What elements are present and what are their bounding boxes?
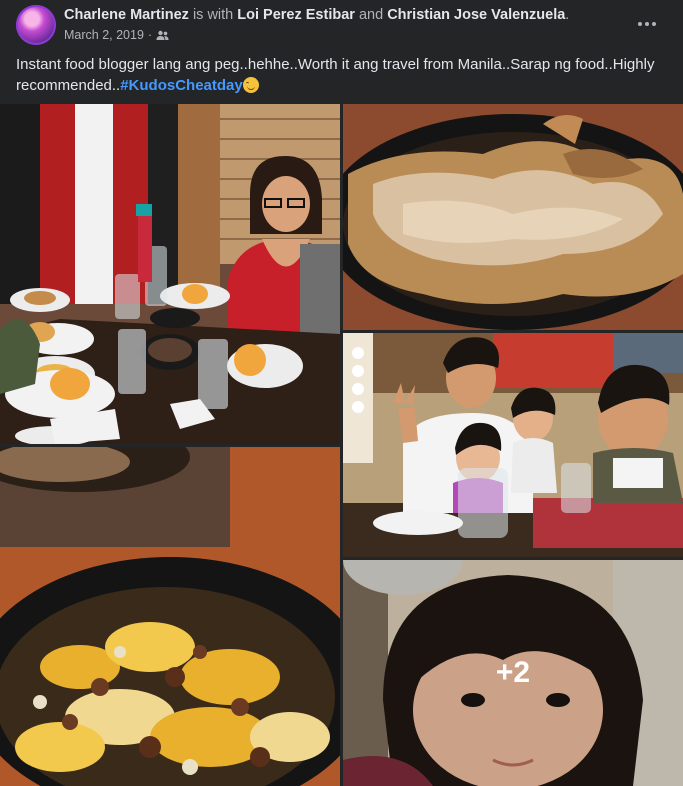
dot-icon <box>652 22 656 26</box>
grilled-meat-image <box>343 104 683 330</box>
photo-1-restaurant-table[interactable] <box>0 104 340 444</box>
friends-icon[interactable] <box>156 30 169 41</box>
family-image <box>343 333 683 557</box>
tagged-person-link-1[interactable]: Loi Perez Estibar <box>237 7 355 23</box>
photo-5-child-more[interactable]: +2 <box>343 560 683 786</box>
meta-separator: · <box>147 28 153 42</box>
author-avatar[interactable] <box>16 5 56 45</box>
and-text: and <box>358 7 384 23</box>
restaurant-table-image <box>0 104 340 444</box>
more-photos-overlay[interactable]: +2 <box>343 560 683 786</box>
dot-icon <box>638 22 642 26</box>
more-options-button[interactable] <box>633 10 661 38</box>
photo-3-family[interactable] <box>343 333 683 557</box>
hashtag-link[interactable]: #KudosCheatday <box>120 77 243 94</box>
post-caption: Instant food blogger lang ang peg..hehhe… <box>16 54 666 96</box>
photo-4-sisig[interactable] <box>0 447 340 786</box>
dot-icon <box>645 22 649 26</box>
post-meta: March 2, 2019 · <box>64 28 169 42</box>
period-text: . <box>565 7 570 23</box>
with-text: is with <box>192 7 234 23</box>
tagged-person-link-2[interactable]: Christian Jose Valenzuela <box>387 7 565 23</box>
caption-text: Instant food blogger lang ang peg..hehhe… <box>16 56 655 94</box>
post-header: Charlene Martinez is with Loi Perez Esti… <box>0 0 683 48</box>
author-name-link[interactable]: Charlene Martinez <box>64 7 189 23</box>
smiling-face-emoji-icon <box>242 77 259 93</box>
post-date-link[interactable]: March 2, 2019 <box>64 28 144 42</box>
post-author-line: Charlene Martinez is with Loi Perez Esti… <box>64 7 569 23</box>
photo-2-grilled-meat[interactable] <box>343 104 683 330</box>
sisig-image <box>0 447 340 786</box>
